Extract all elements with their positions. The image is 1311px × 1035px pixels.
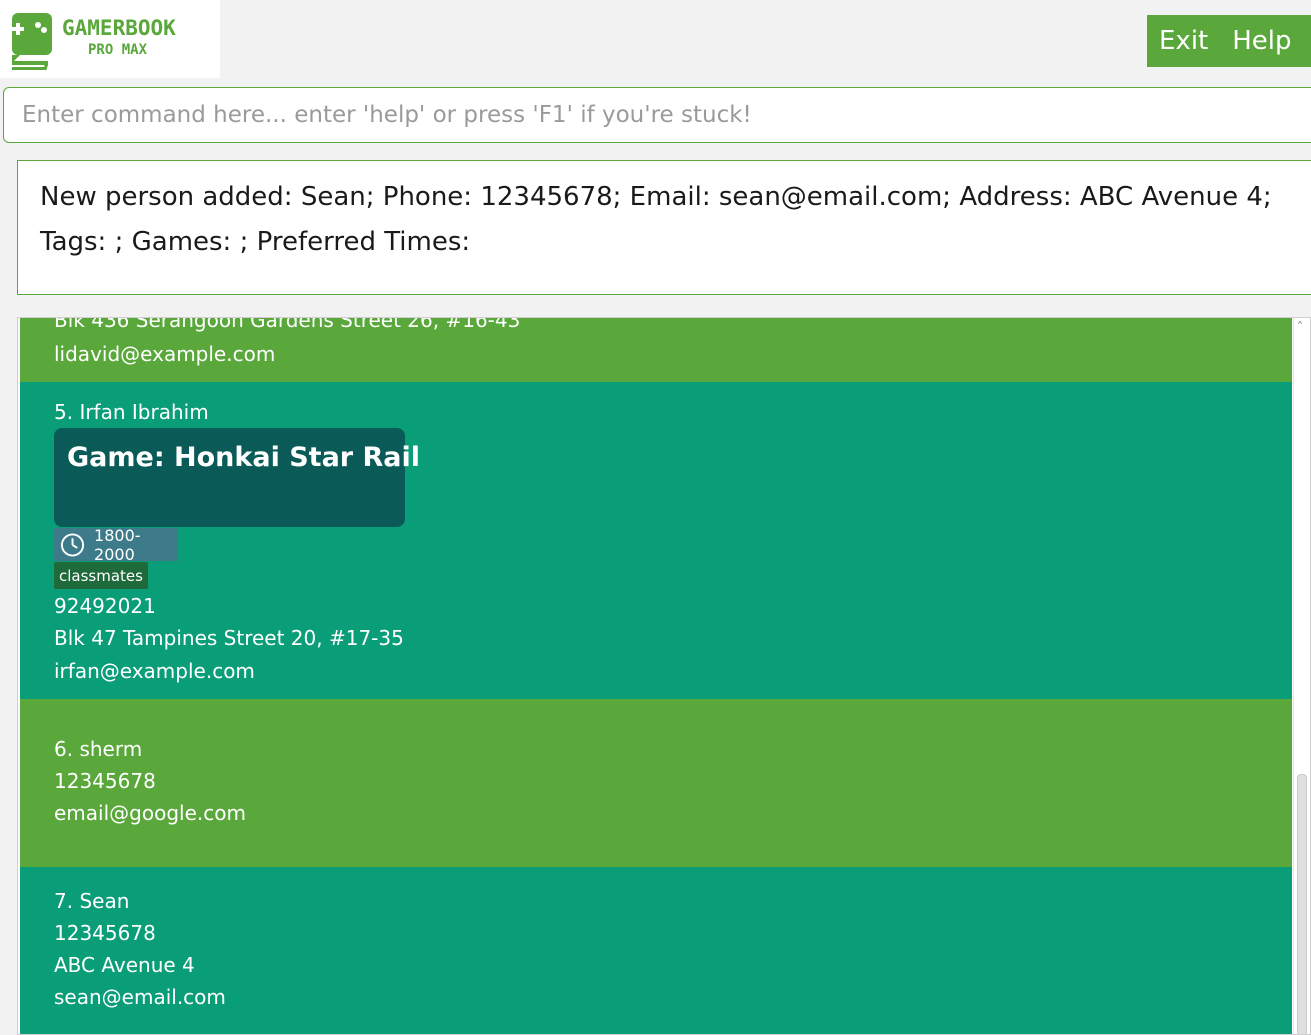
help-menu[interactable]: Help (1220, 26, 1303, 56)
menu-bar: Exit Help (1147, 15, 1311, 67)
person-card[interactable]: 6. sherm 12345678 email@google.com (20, 699, 1292, 867)
person-email: email@google.com (54, 801, 246, 825)
exit-menu[interactable]: Exit (1147, 26, 1220, 56)
person-card[interactable]: 7. Sean 12345678 ABC Avenue 4 sean@email… (20, 867, 1292, 1034)
logo-subtitle: PRO MAX (88, 42, 148, 58)
person-phone: 92492021 (54, 594, 156, 618)
person-list[interactable]: Blk 436 Serangoon Gardens Street 26, #16… (17, 317, 1311, 1035)
person-phone: 12345678 (54, 921, 156, 945)
app-logo: GAMERBOOK PRO MAX (0, 0, 220, 78)
command-box (3, 87, 1311, 143)
person-name: 6. sherm (54, 737, 143, 761)
person-phone: 12345678 (54, 769, 156, 793)
logo-title: GAMERBOOK (62, 16, 176, 40)
game-label: Game: Honkai Star Rail (67, 442, 421, 473)
person-address: Blk 436 Serangoon Gardens Street 26, #16… (54, 317, 521, 332)
person-email: sean@email.com (54, 985, 226, 1009)
preferred-time: 1800-2000 (94, 525, 141, 564)
person-card[interactable]: Blk 436 Serangoon Gardens Street 26, #16… (20, 318, 1292, 382)
result-line: Tags: ; Games: ; Preferred Times: (40, 227, 471, 257)
scroll-thumb[interactable] (1297, 774, 1307, 1034)
preferred-time-chip: 1800-2000 (54, 525, 178, 564)
person-name: 5. Irfan Ibrahim (54, 400, 209, 424)
clock-icon (60, 532, 85, 557)
gamepad-book-icon (10, 13, 56, 79)
result-line: New person added: Sean; Phone: 12345678;… (40, 182, 1272, 212)
person-address: Blk 47 Tampines Street 20, #17-35 (54, 626, 404, 650)
person-email: lidavid@example.com (54, 342, 276, 366)
result-display: New person added: Sean; Phone: 12345678;… (17, 160, 1311, 295)
list-scrollbar[interactable]: ˄ (1293, 318, 1310, 1034)
person-email: irfan@example.com (54, 659, 255, 683)
chevron-up-icon[interactable]: ˄ (1297, 320, 1303, 334)
person-address: ABC Avenue 4 (54, 953, 195, 977)
person-name: 7. Sean (54, 889, 130, 913)
command-input[interactable] (4, 88, 1311, 142)
result-text: New person added: Sean; Phone: 12345678;… (40, 175, 1300, 265)
tag-chip: classmates (54, 562, 148, 589)
game-chip: Game: Honkai Star Rail (54, 428, 420, 527)
person-card[interactable]: 5. Irfan Ibrahim Game: Honkai Star Rail … (20, 382, 1292, 699)
